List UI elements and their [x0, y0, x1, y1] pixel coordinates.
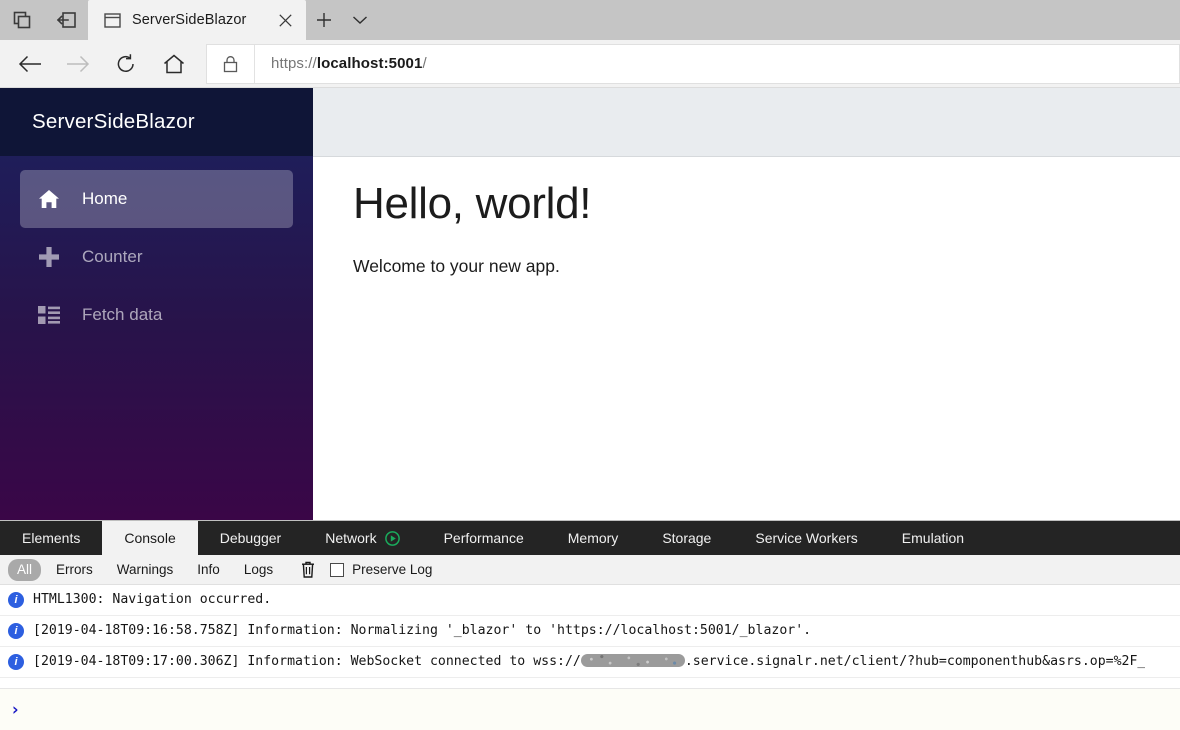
back-button[interactable]: [6, 44, 54, 84]
tab-label: Console: [124, 530, 176, 546]
home-icon: [38, 189, 72, 209]
plus-icon: [38, 246, 72, 268]
browser-tab[interactable]: ServerSideBlazor: [88, 0, 306, 40]
console-message-text-after: .service.signalr.net/client/?hub=compone…: [684, 654, 1146, 669]
console-filter-bar: All Errors Warnings Info Logs Preserve L…: [0, 555, 1180, 585]
tab-label: Emulation: [901, 530, 965, 546]
set-tabs-aside-icon[interactable]: [44, 0, 88, 40]
preserve-log-label: Preserve Log: [352, 562, 433, 577]
url-scheme: https://: [271, 55, 317, 72]
page-title: Hello, world!: [353, 179, 592, 228]
list-grid-icon: [38, 306, 72, 324]
filter-logs[interactable]: Logs: [235, 559, 282, 581]
browser-toolbar: https://localhost:5001/: [0, 40, 1180, 88]
tab-label: Storage: [662, 530, 712, 546]
app-brand-label: ServerSideBlazor: [32, 110, 195, 133]
refresh-button[interactable]: [102, 44, 150, 84]
show-tab-previews-icon[interactable]: [0, 0, 44, 40]
checkbox-box[interactable]: [330, 562, 345, 577]
console-log-list[interactable]: i HTML1300: Navigation occurred. i [2019…: [0, 585, 1180, 688]
filter-errors[interactable]: Errors: [47, 559, 102, 581]
console-message-row[interactable]: i HTML1300: Navigation occurred.: [0, 585, 1180, 616]
lock-icon: [207, 44, 255, 83]
tab-performance[interactable]: Performance: [422, 521, 546, 555]
sidebar-item-label: Fetch data: [82, 305, 163, 324]
tab-label: Elements: [22, 530, 81, 546]
app-content: Hello, world! Welcome to your new app.: [313, 157, 1180, 277]
tab-network[interactable]: Network: [303, 521, 421, 555]
tab-strip: ServerSideBlazor: [0, 0, 1180, 40]
new-tab-button[interactable]: [306, 0, 342, 40]
console-message-text-before: [2019-04-18T09:17:00.306Z] Information: …: [33, 654, 581, 669]
info-icon: i: [8, 623, 24, 639]
url-host: localhost:5001: [316, 55, 423, 72]
tab-storage[interactable]: Storage: [640, 521, 733, 555]
filter-warnings[interactable]: Warnings: [108, 559, 183, 581]
sidebar-nav: Home Counter Fetch data: [0, 156, 313, 344]
redacted-host-mask: [580, 654, 685, 667]
trash-icon[interactable]: [294, 561, 322, 578]
info-icon: i: [8, 654, 24, 670]
url-path: /: [422, 55, 427, 72]
filter-all[interactable]: All: [8, 558, 42, 581]
tab-emulation[interactable]: Emulation: [880, 521, 986, 555]
tab-memory[interactable]: Memory: [546, 521, 641, 555]
sidebar-item-label: Counter: [82, 247, 143, 266]
sidebar-item-fetch-data[interactable]: Fetch data: [20, 286, 293, 344]
console-message-text: HTML1300: Navigation occurred.: [33, 592, 272, 607]
app-main: Hello, world! Welcome to your new app.: [313, 88, 1180, 520]
browser-window: ServerSideBlazor https://localhost:5001/…: [0, 0, 1180, 730]
console-message-row[interactable]: i [2019-04-18T09:17:00.306Z] Information…: [0, 647, 1180, 678]
tab-service-workers[interactable]: Service Workers: [733, 521, 879, 555]
devtools-panel: Elements Console Debugger Network Perfor…: [0, 520, 1180, 730]
tab-elements[interactable]: Elements: [0, 521, 102, 555]
console-prompt-row[interactable]: ›: [0, 688, 1180, 730]
sidebar-item-counter[interactable]: Counter: [20, 228, 293, 286]
console-input[interactable]: [28, 701, 1180, 718]
chevron-down-icon[interactable]: [342, 0, 378, 40]
tab-label: Memory: [567, 530, 619, 546]
console-message-row[interactable]: i [2019-04-18T09:16:58.758Z] Information…: [0, 616, 1180, 647]
page-viewport: ServerSideBlazor Home Counter Fetch data…: [0, 88, 1180, 520]
tab-label: Performance: [443, 530, 524, 546]
app-sidebar: ServerSideBlazor Home Counter Fetch data: [0, 88, 313, 520]
app-brand[interactable]: ServerSideBlazor: [0, 88, 313, 156]
devtools-tabbar: Elements Console Debugger Network Perfor…: [0, 521, 1180, 555]
address-bar-url[interactable]: https://localhost:5001/: [255, 55, 427, 72]
page-subtext: Welcome to your new app.: [353, 255, 560, 276]
address-bar[interactable]: https://localhost:5001/: [206, 43, 1180, 84]
console-message-text: [2019-04-18T09:17:00.306Z] Information: …: [33, 647, 1145, 677]
record-play-icon[interactable]: [384, 530, 400, 546]
sidebar-item-label: Home: [82, 189, 128, 208]
filter-info[interactable]: Info: [188, 559, 229, 581]
info-icon: i: [8, 592, 24, 608]
app-topbar: [313, 88, 1180, 157]
forward-button[interactable]: [54, 44, 102, 84]
window-icon: [102, 10, 122, 30]
home-button[interactable]: [150, 44, 198, 84]
tab-label: Debugger: [219, 530, 282, 546]
tab-console[interactable]: Console: [102, 521, 198, 555]
tab-title: ServerSideBlazor: [132, 12, 247, 28]
tab-label: Service Workers: [755, 530, 858, 546]
prompt-chevron-icon: ›: [10, 699, 21, 720]
sidebar-item-home[interactable]: Home: [20, 170, 293, 228]
tab-debugger[interactable]: Debugger: [198, 521, 304, 555]
close-icon[interactable]: [270, 5, 300, 35]
preserve-log-checkbox[interactable]: Preserve Log: [330, 562, 432, 577]
console-message-text: [2019-04-18T09:16:58.758Z] Information: …: [33, 623, 812, 638]
tab-label: Network: [325, 530, 377, 546]
